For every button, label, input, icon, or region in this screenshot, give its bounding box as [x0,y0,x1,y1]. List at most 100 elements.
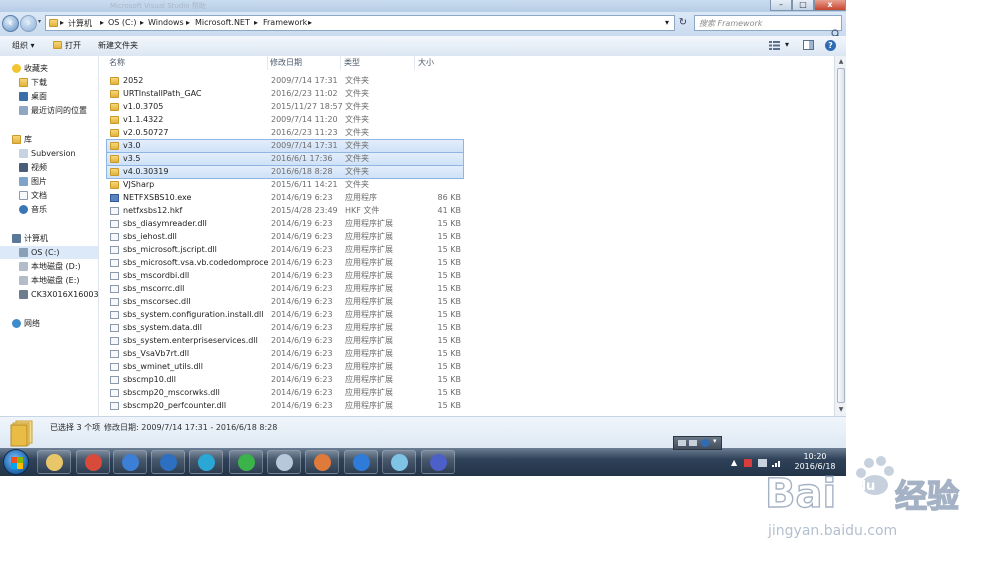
taskbar-app-button[interactable] [267,450,301,474]
file-row[interactable]: netfxsbs12.hkf 2015/4/28 23:49 HKF 文件 41 KB [107,205,463,217]
nav-downloads[interactable]: 下载 [0,76,98,89]
folder-icon [110,155,119,163]
nav-documents[interactable]: 文档 [0,189,98,202]
column-type[interactable]: 类型 [344,56,415,70]
taskbar-app-button[interactable] [344,450,378,474]
file-row[interactable]: URTInstallPath_GAC 2016/2/23 11:02 文件夹 [107,88,463,100]
address-dropdown-icon[interactable]: ▾ [665,18,669,27]
nav-recent[interactable]: 最近访问的位置 [0,104,98,117]
nav-removable[interactable]: CK3X016X1600306 [0,288,98,301]
view-dropdown-icon[interactable]: ▾ [785,40,789,49]
maximize-button[interactable]: □ [792,0,814,11]
file-row[interactable]: sbs_system.configuration.install.dll 2014… [107,309,463,321]
file-row[interactable]: sbs_mscorsec.dll 2014/6/19 6:23 应用程序扩展 15 K… [107,296,463,308]
keyboard-icon[interactable] [678,440,686,446]
options-icon[interactable]: ▾ [713,437,717,445]
nav-computer[interactable]: 计算机 [0,232,98,245]
breadcrumb-framework[interactable]: Framework [263,18,307,27]
file-row[interactable]: sbs_microsoft.vsa.vb.codedomproce... 2014… [107,257,463,269]
open-folder-icon [53,41,62,49]
breadcrumb-os-c[interactable]: OS (C:) [108,18,136,27]
taskbar-app-button[interactable] [76,450,110,474]
vertical-scrollbar[interactable]: ▲ ▼ [834,56,846,416]
nav-favorites[interactable]: 收藏夹 [0,62,98,75]
nav-label: Subversion [31,149,76,158]
taskbar-app-button[interactable] [229,450,263,474]
command-bar: 组织 ▾ 打开 新建文件夹 ▾ ? [0,36,846,57]
file-row[interactable]: sbs_mscorrc.dll 2014/6/19 6:23 应用程序扩展 15 KB [107,283,463,295]
library-icon [12,135,21,144]
help-icon[interactable]: ? [825,40,836,51]
forward-button[interactable]: › [20,15,37,32]
nav-subversion[interactable]: Subversion [0,147,98,160]
organize-button[interactable]: 组织 ▾ [12,40,35,51]
nav-music[interactable]: 音乐 [0,203,98,216]
file-row[interactable]: v2.0.50727 2016/2/23 11:23 文件夹 [107,127,463,139]
nav-pictures[interactable]: 图片 [0,175,98,188]
taskbar-app-button[interactable] [421,450,455,474]
file-row[interactable]: sbs_system.enterpriseservices.dll 2014/6/… [107,335,463,347]
taskbar-app-button[interactable] [37,450,71,474]
nav-videos[interactable]: 视频 [0,161,98,174]
file-name: v3.5 [123,154,141,163]
nav-libraries[interactable]: 库 [0,133,98,146]
refresh-icon[interactable]: ↻ [676,15,690,31]
keyboard-icon[interactable] [689,440,697,446]
minimize-button[interactable]: – [770,0,792,11]
taskbar-app-button[interactable] [382,450,416,474]
file-row[interactable]: v3.5 2016/6/1 17:36 文件夹 [106,152,464,166]
start-button[interactable] [3,449,29,475]
file-row[interactable]: sbs_system.data.dll 2014/6/19 6:23 应用程序扩展 1… [107,322,463,334]
nav-label: 文档 [31,191,47,200]
file-row[interactable]: v3.0 2009/7/14 17:31 文件夹 [106,139,464,153]
nav-desktop[interactable]: 桌面 [0,90,98,103]
column-date[interactable]: 修改日期 [270,56,341,70]
column-name[interactable]: 名称 [109,56,268,70]
file-row[interactable]: sbs_mscordbi.dll 2014/6/19 6:23 应用程序扩展 15 K… [107,270,463,282]
file-row[interactable]: 2052 2009/7/14 17:31 文件夹 [107,75,463,87]
file-size: 15 KB [437,258,461,267]
scroll-up-icon[interactable]: ▲ [836,57,846,67]
view-options-icon[interactable] [769,41,780,50]
back-button[interactable]: ‹ [2,15,19,32]
tray-flag-icon[interactable] [744,459,752,467]
scroll-down-icon[interactable]: ▼ [836,405,846,415]
search-input[interactable]: 搜索 Framework [694,15,842,31]
breadcrumb-computer[interactable]: 计算机 [68,18,92,29]
close-button[interactable]: x [814,0,846,11]
nav-os-c[interactable]: OS (C:) [0,246,98,259]
file-row[interactable]: v1.0.3705 2015/11/27 18:57 文件夹 [107,101,463,113]
nav-network[interactable]: 网络 [0,317,98,330]
file-row[interactable]: NETFXSBS10.exe 2014/6/19 6:23 应用程序 86 KB [107,192,463,204]
language-bar[interactable]: ▾ [673,436,722,450]
new-folder-button[interactable]: 新建文件夹 [98,40,138,51]
taskbar-app-button[interactable] [305,450,339,474]
file-row[interactable]: sbs_VsaVb7rt.dll 2014/6/19 6:23 应用程序扩展 15 K… [107,348,463,360]
breadcrumb-microsoft-net[interactable]: Microsoft.NET [195,18,250,27]
help-icon[interactable] [701,439,709,447]
file-row[interactable]: sbs_wminet_utils.dll 2014/6/19 6:23 应用程序扩展… [107,361,463,373]
address-bar[interactable]: ▸ 计算机 ▸ OS (C:) ▸ Windows ▸ Microsoft.NE… [45,15,675,31]
file-row[interactable]: sbscmp20_mscorwks.dll 2014/6/19 6:23 应用程序扩… [107,387,463,399]
file-row[interactable]: sbscmp10.dll 2014/6/19 6:23 应用程序扩展 15 KB [107,374,463,386]
recent-pages-icon[interactable]: ▾ [38,18,41,25]
tray-overflow-icon[interactable]: ▲ [731,458,737,467]
taskbar-app-button[interactable] [189,450,223,474]
file-row[interactable]: VJSharp 2015/6/11 14:21 文件夹 [107,179,463,191]
file-date: 2009/7/14 17:31 [271,141,338,150]
scroll-thumb[interactable] [837,68,845,403]
taskbar-app-button[interactable] [151,450,185,474]
nav-drive-e[interactable]: 本地磁盘 (E:) [0,274,98,287]
open-button[interactable]: 打开 [65,40,81,51]
file-row[interactable]: sbscmp20_perfcounter.dll 2014/6/19 6:23 应用… [107,400,463,412]
file-row[interactable]: sbs_iehost.dll 2014/6/19 6:23 应用程序扩展 15 KB [107,231,463,243]
preview-pane-icon[interactable] [803,40,814,50]
breadcrumb-windows[interactable]: Windows [148,18,184,27]
taskbar-app-button[interactable] [113,450,147,474]
column-size[interactable]: 大小 [418,56,464,70]
nav-drive-d[interactable]: 本地磁盘 (D:) [0,260,98,273]
file-row[interactable]: v4.0.30319 2016/6/18 8:28 文件夹 [106,165,464,179]
file-row[interactable]: sbs_diasymreader.dll 2014/6/19 6:23 应用程序扩展… [107,218,463,230]
file-row[interactable]: v1.1.4322 2009/7/14 11:20 文件夹 [107,114,463,126]
file-row[interactable]: sbs_microsoft.jscript.dll 2014/6/19 6:23 应… [107,244,463,256]
